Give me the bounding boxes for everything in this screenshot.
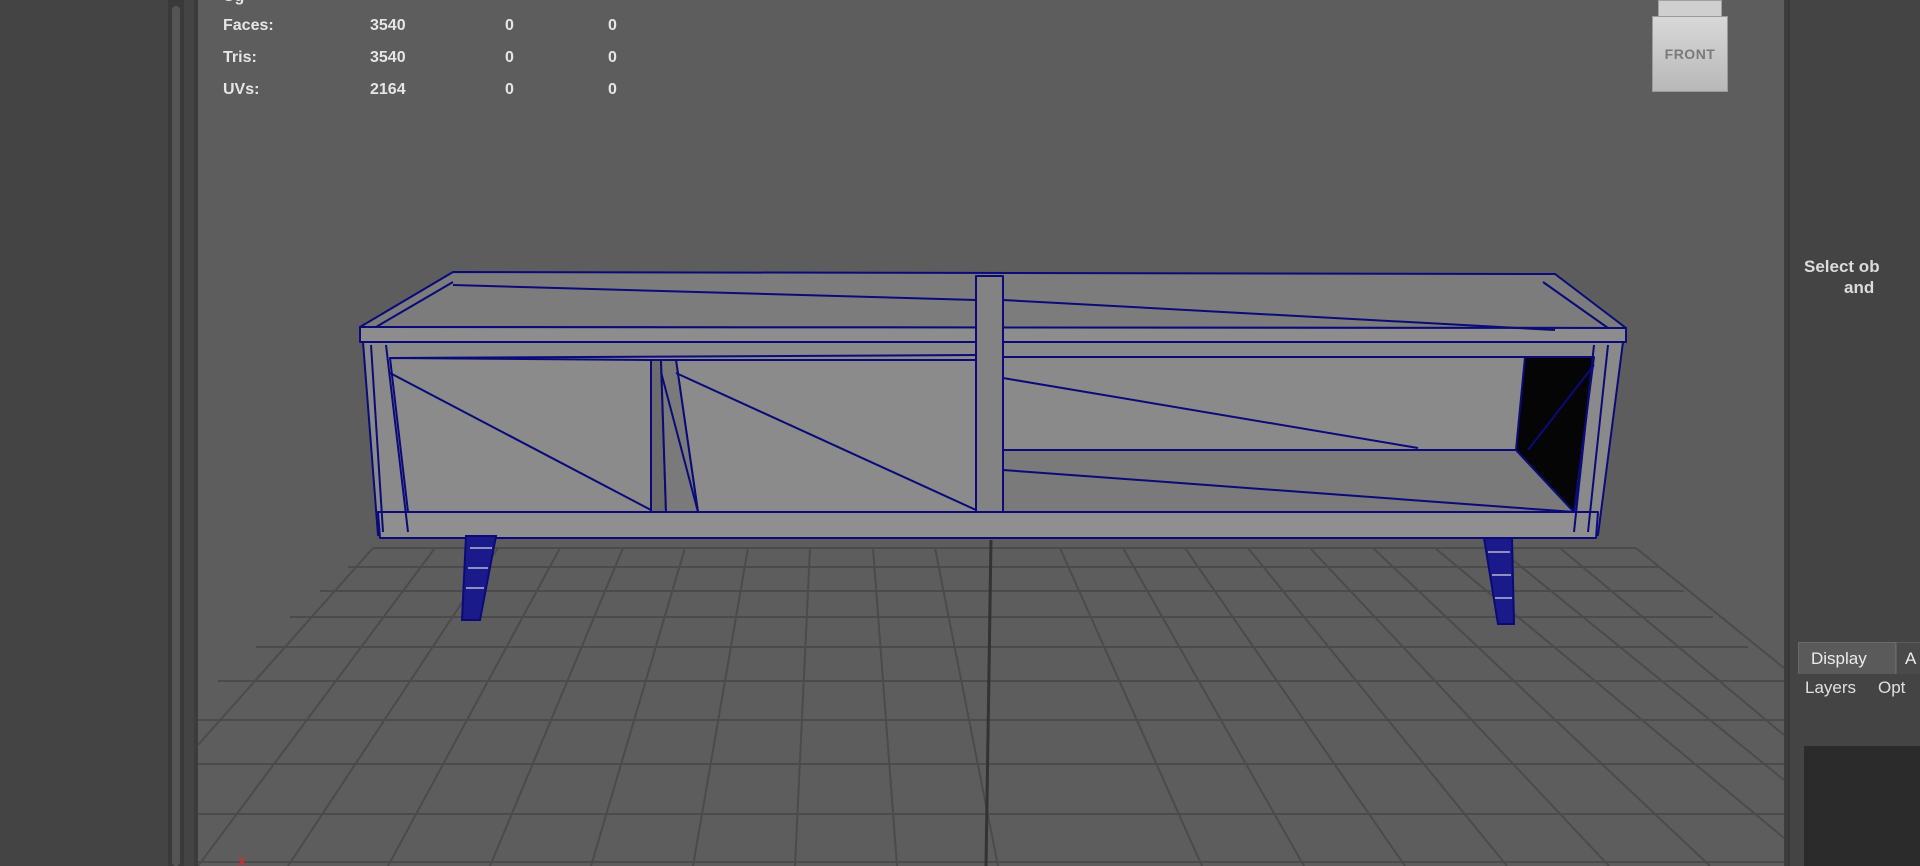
- hud-value: 0: [505, 81, 514, 98]
- hud-value: 2164: [370, 81, 406, 98]
- attribute-hint-line1: Select ob: [1804, 257, 1880, 276]
- hud-value: 3540: [370, 17, 406, 34]
- left-scroll-thumb[interactable]: [172, 6, 180, 866]
- tv-stand-legs[interactable]: [460, 535, 1516, 625]
- hud-row-uvs: UVs: 2164 0 0: [223, 81, 643, 101]
- scene-canvas[interactable]: [198, 0, 1784, 866]
- hud-value: 3540: [370, 49, 406, 66]
- hud-row-faces: Faces: 3540 0 0: [223, 17, 643, 37]
- layer-list[interactable]: [1804, 746, 1920, 866]
- viewcube-front-face[interactable]: FRONT: [1652, 16, 1728, 92]
- hud-row-tris: Tris: 3540 0 0: [223, 49, 643, 69]
- hud-label: UVs:: [223, 81, 260, 98]
- hud-value: 0: [608, 81, 617, 98]
- tv-stand-mesh[interactable]: [359, 271, 1627, 539]
- axis-x-label: x: [238, 852, 246, 866]
- attribute-hint-line2: and: [1844, 278, 1875, 297]
- hud-value: 0: [608, 17, 617, 34]
- hud-value: 0: [505, 49, 514, 66]
- menu-layers[interactable]: Layers: [1805, 678, 1856, 698]
- tab-display[interactable]: Display: [1798, 642, 1896, 674]
- viewcube[interactable]: FRONT: [1650, 0, 1730, 94]
- hud-label: Faces:: [223, 17, 274, 34]
- right-panel-divider: [1788, 0, 1790, 866]
- viewcube-top-face[interactable]: [1658, 0, 1722, 17]
- attribute-editor-hint: Select ob and: [1794, 256, 1920, 298]
- menu-options[interactable]: Opt: [1878, 678, 1905, 698]
- perspective-viewport[interactable]: Ug Faces: 3540 0 0 Tris: 3540 0 0 UVs: 2…: [198, 0, 1784, 866]
- hud-value: 0: [608, 49, 617, 66]
- left-panel: [0, 0, 170, 866]
- layer-menu-bar: Layers Opt: [1798, 674, 1920, 704]
- maya-window: Ug Faces: 3540 0 0 Tris: 3540 0 0 UVs: 2…: [0, 0, 1920, 866]
- layer-editor: Display A Layers Opt: [1798, 642, 1920, 866]
- hud-partial-label: Ug: [223, 0, 244, 6]
- left-scrollbar[interactable]: [168, 0, 184, 866]
- axis-indicator: x: [238, 852, 246, 866]
- hud-label: Tris:: [223, 49, 257, 66]
- hud-value: 0: [505, 17, 514, 34]
- tab-anim[interactable]: A: [1896, 642, 1920, 674]
- right-panel: Select ob and Display A Layers Opt: [1788, 0, 1920, 866]
